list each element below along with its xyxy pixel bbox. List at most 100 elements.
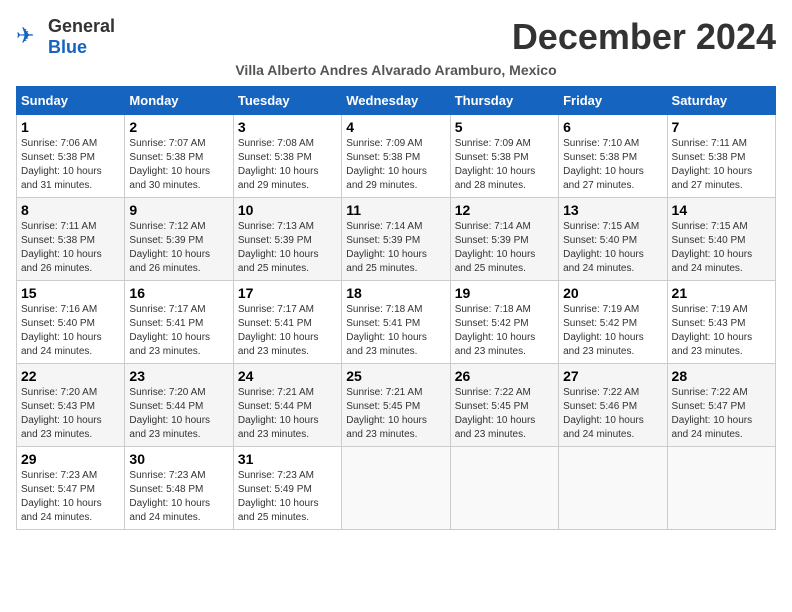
day-info: Sunrise: 7:16 AMSunset: 5:40 PMDaylight:… — [21, 303, 120, 359]
calendar-cell: 26Sunrise: 7:22 AMSunset: 5:45 PMDayligh… — [450, 364, 558, 447]
calendar-cell: 22 Sunrise: 7:20 AMSunset: 5:43 PMDayligh… — [17, 364, 125, 447]
calendar-week-row: 22 Sunrise: 7:20 AMSunset: 5:43 PMDayligh… — [17, 364, 776, 447]
day-info: Sunrise: 7:19 AMSunset: 5:42 PMDaylight:… — [563, 303, 662, 359]
day-number: 12 — [455, 202, 554, 218]
calendar-cell: 21Sunrise: 7:19 AMSunset: 5:43 PMDayligh… — [667, 281, 775, 364]
calendar-cell: 16 Sunrise: 7:17 AMSunset: 5:41 PMDayligh… — [125, 281, 233, 364]
calendar-cell: 15 Sunrise: 7:16 AMSunset: 5:40 PMDayligh… — [17, 281, 125, 364]
calendar-week-row: 8 Sunrise: 7:11 AMSunset: 5:38 PMDaylight… — [17, 198, 776, 281]
day-info: Sunrise: 7:15 AMSunset: 5:40 PMDaylight:… — [563, 220, 662, 276]
day-info: Sunrise: 7:23 AMSunset: 5:47 PMDaylight:… — [21, 469, 120, 525]
day-number: 18 — [346, 285, 445, 301]
calendar-cell: 30Sunrise: 7:23 AMSunset: 5:48 PMDayligh… — [125, 447, 233, 530]
calendar-cell: 28 Sunrise: 7:22 AMSunset: 5:47 PMDayligh… — [667, 364, 775, 447]
day-number: 2 — [129, 119, 228, 135]
calendar-cell: 25Sunrise: 7:21 AMSunset: 5:45 PMDayligh… — [342, 364, 450, 447]
logo-general: General — [48, 16, 115, 36]
calendar-cell: 2 Sunrise: 7:07 AMSunset: 5:38 PMDaylight… — [125, 115, 233, 198]
calendar-header-row: SundayMondayTuesdayWednesdayThursdayFrid… — [17, 87, 776, 115]
day-info: Sunrise: 7:11 AMSunset: 5:38 PMDaylight:… — [672, 137, 771, 193]
calendar-cell: 10 Sunrise: 7:13 AMSunset: 5:39 PMDayligh… — [233, 198, 341, 281]
calendar-cell: 17Sunrise: 7:17 AMSunset: 5:41 PMDayligh… — [233, 281, 341, 364]
day-number: 29 — [21, 451, 120, 467]
day-info: Sunrise: 7:20 AMSunset: 5:44 PMDaylight:… — [129, 386, 228, 442]
calendar-cell — [450, 447, 558, 530]
calendar-cell: 6 Sunrise: 7:10 AMSunset: 5:38 PMDaylight… — [559, 115, 667, 198]
day-info: Sunrise: 7:07 AMSunset: 5:38 PMDaylight:… — [129, 137, 228, 193]
day-number: 5 — [455, 119, 554, 135]
svg-text:✈: ✈ — [16, 23, 34, 48]
calendar-cell: 4 Sunrise: 7:09 AMSunset: 5:38 PMDaylight… — [342, 115, 450, 198]
col-header-friday: Friday — [559, 87, 667, 115]
day-number: 1 — [21, 119, 120, 135]
day-info: Sunrise: 7:20 AMSunset: 5:43 PMDaylight:… — [21, 386, 120, 442]
logo: ✈ General Blue — [16, 16, 115, 58]
calendar-cell: 24 Sunrise: 7:21 AMSunset: 5:44 PMDayligh… — [233, 364, 341, 447]
day-number: 6 — [563, 119, 662, 135]
day-number: 7 — [672, 119, 771, 135]
calendar-subtitle: Villa Alberto Andres Alvarado Aramburo, … — [16, 62, 776, 78]
calendar-cell — [559, 447, 667, 530]
day-number: 31 — [238, 451, 337, 467]
calendar-cell: 3Sunrise: 7:08 AMSunset: 5:38 PMDaylight… — [233, 115, 341, 198]
day-number: 27 — [563, 368, 662, 384]
day-number: 21 — [672, 285, 771, 301]
day-info: Sunrise: 7:17 AMSunset: 5:41 PMDaylight:… — [129, 303, 228, 359]
day-info: Sunrise: 7:18 AMSunset: 5:42 PMDaylight:… — [455, 303, 554, 359]
calendar-week-row: 29 Sunrise: 7:23 AMSunset: 5:47 PMDayligh… — [17, 447, 776, 530]
day-info: Sunrise: 7:12 AMSunset: 5:39 PMDaylight:… — [129, 220, 228, 276]
day-number: 4 — [346, 119, 445, 135]
day-info: Sunrise: 7:22 AMSunset: 5:45 PMDaylight:… — [455, 386, 554, 442]
calendar-cell: 23Sunrise: 7:20 AMSunset: 5:44 PMDayligh… — [125, 364, 233, 447]
day-info: Sunrise: 7:09 AMSunset: 5:38 PMDaylight:… — [346, 137, 445, 193]
day-number: 19 — [455, 285, 554, 301]
day-info: Sunrise: 7:22 AMSunset: 5:47 PMDaylight:… — [672, 386, 771, 442]
day-number: 22 — [21, 368, 120, 384]
day-info: Sunrise: 7:15 AMSunset: 5:40 PMDaylight:… — [672, 220, 771, 276]
calendar-cell: 29 Sunrise: 7:23 AMSunset: 5:47 PMDayligh… — [17, 447, 125, 530]
day-number: 10 — [238, 202, 337, 218]
calendar-cell: 14 Sunrise: 7:15 AMSunset: 5:40 PMDayligh… — [667, 198, 775, 281]
day-info: Sunrise: 7:17 AMSunset: 5:41 PMDaylight:… — [238, 303, 337, 359]
calendar-cell — [342, 447, 450, 530]
calendar-cell: 9 Sunrise: 7:12 AMSunset: 5:39 PMDaylight… — [125, 198, 233, 281]
day-number: 15 — [21, 285, 120, 301]
calendar-cell: 11Sunrise: 7:14 AMSunset: 5:39 PMDayligh… — [342, 198, 450, 281]
header: ✈ General Blue December 2024 — [16, 16, 776, 58]
day-info: Sunrise: 7:08 AMSunset: 5:38 PMDaylight:… — [238, 137, 337, 193]
day-info: Sunrise: 7:14 AMSunset: 5:39 PMDaylight:… — [455, 220, 554, 276]
day-info: Sunrise: 7:13 AMSunset: 5:39 PMDaylight:… — [238, 220, 337, 276]
day-number: 9 — [129, 202, 228, 218]
day-info: Sunrise: 7:11 AMSunset: 5:38 PMDaylight:… — [21, 220, 120, 276]
day-number: 16 — [129, 285, 228, 301]
calendar-cell: 20Sunrise: 7:19 AMSunset: 5:42 PMDayligh… — [559, 281, 667, 364]
day-info: Sunrise: 7:23 AMSunset: 5:49 PMDaylight:… — [238, 469, 337, 525]
col-header-thursday: Thursday — [450, 87, 558, 115]
calendar-cell: 18Sunrise: 7:18 AMSunset: 5:41 PMDayligh… — [342, 281, 450, 364]
logo-icon: ✈ — [16, 23, 44, 51]
day-info: Sunrise: 7:06 AMSunset: 5:38 PMDaylight:… — [21, 137, 120, 193]
day-info: Sunrise: 7:21 AMSunset: 5:44 PMDaylight:… — [238, 386, 337, 442]
day-number: 30 — [129, 451, 228, 467]
day-info: Sunrise: 7:10 AMSunset: 5:38 PMDaylight:… — [563, 137, 662, 193]
day-number: 14 — [672, 202, 771, 218]
day-number: 8 — [21, 202, 120, 218]
col-header-monday: Monday — [125, 87, 233, 115]
calendar-cell: 12 Sunrise: 7:14 AMSunset: 5:39 PMDayligh… — [450, 198, 558, 281]
day-info: Sunrise: 7:22 AMSunset: 5:46 PMDaylight:… — [563, 386, 662, 442]
day-number: 28 — [672, 368, 771, 384]
calendar-cell — [667, 447, 775, 530]
calendar-cell: 1 Sunrise: 7:06 AMSunset: 5:38 PMDaylight… — [17, 115, 125, 198]
calendar-cell: 19 Sunrise: 7:18 AMSunset: 5:42 PMDayligh… — [450, 281, 558, 364]
calendar-cell: 8 Sunrise: 7:11 AMSunset: 5:38 PMDaylight… — [17, 198, 125, 281]
calendar-cell: 27 Sunrise: 7:22 AMSunset: 5:46 PMDayligh… — [559, 364, 667, 447]
month-title: December 2024 — [512, 16, 776, 58]
calendar-week-row: 1 Sunrise: 7:06 AMSunset: 5:38 PMDaylight… — [17, 115, 776, 198]
day-number: 24 — [238, 368, 337, 384]
day-info: Sunrise: 7:14 AMSunset: 5:39 PMDaylight:… — [346, 220, 445, 276]
col-header-saturday: Saturday — [667, 87, 775, 115]
calendar-cell: 31 Sunrise: 7:23 AMSunset: 5:49 PMDayligh… — [233, 447, 341, 530]
logo-blue: Blue — [48, 37, 87, 57]
day-info: Sunrise: 7:09 AMSunset: 5:38 PMDaylight:… — [455, 137, 554, 193]
calendar-cell: 5 Sunrise: 7:09 AMSunset: 5:38 PMDaylight… — [450, 115, 558, 198]
